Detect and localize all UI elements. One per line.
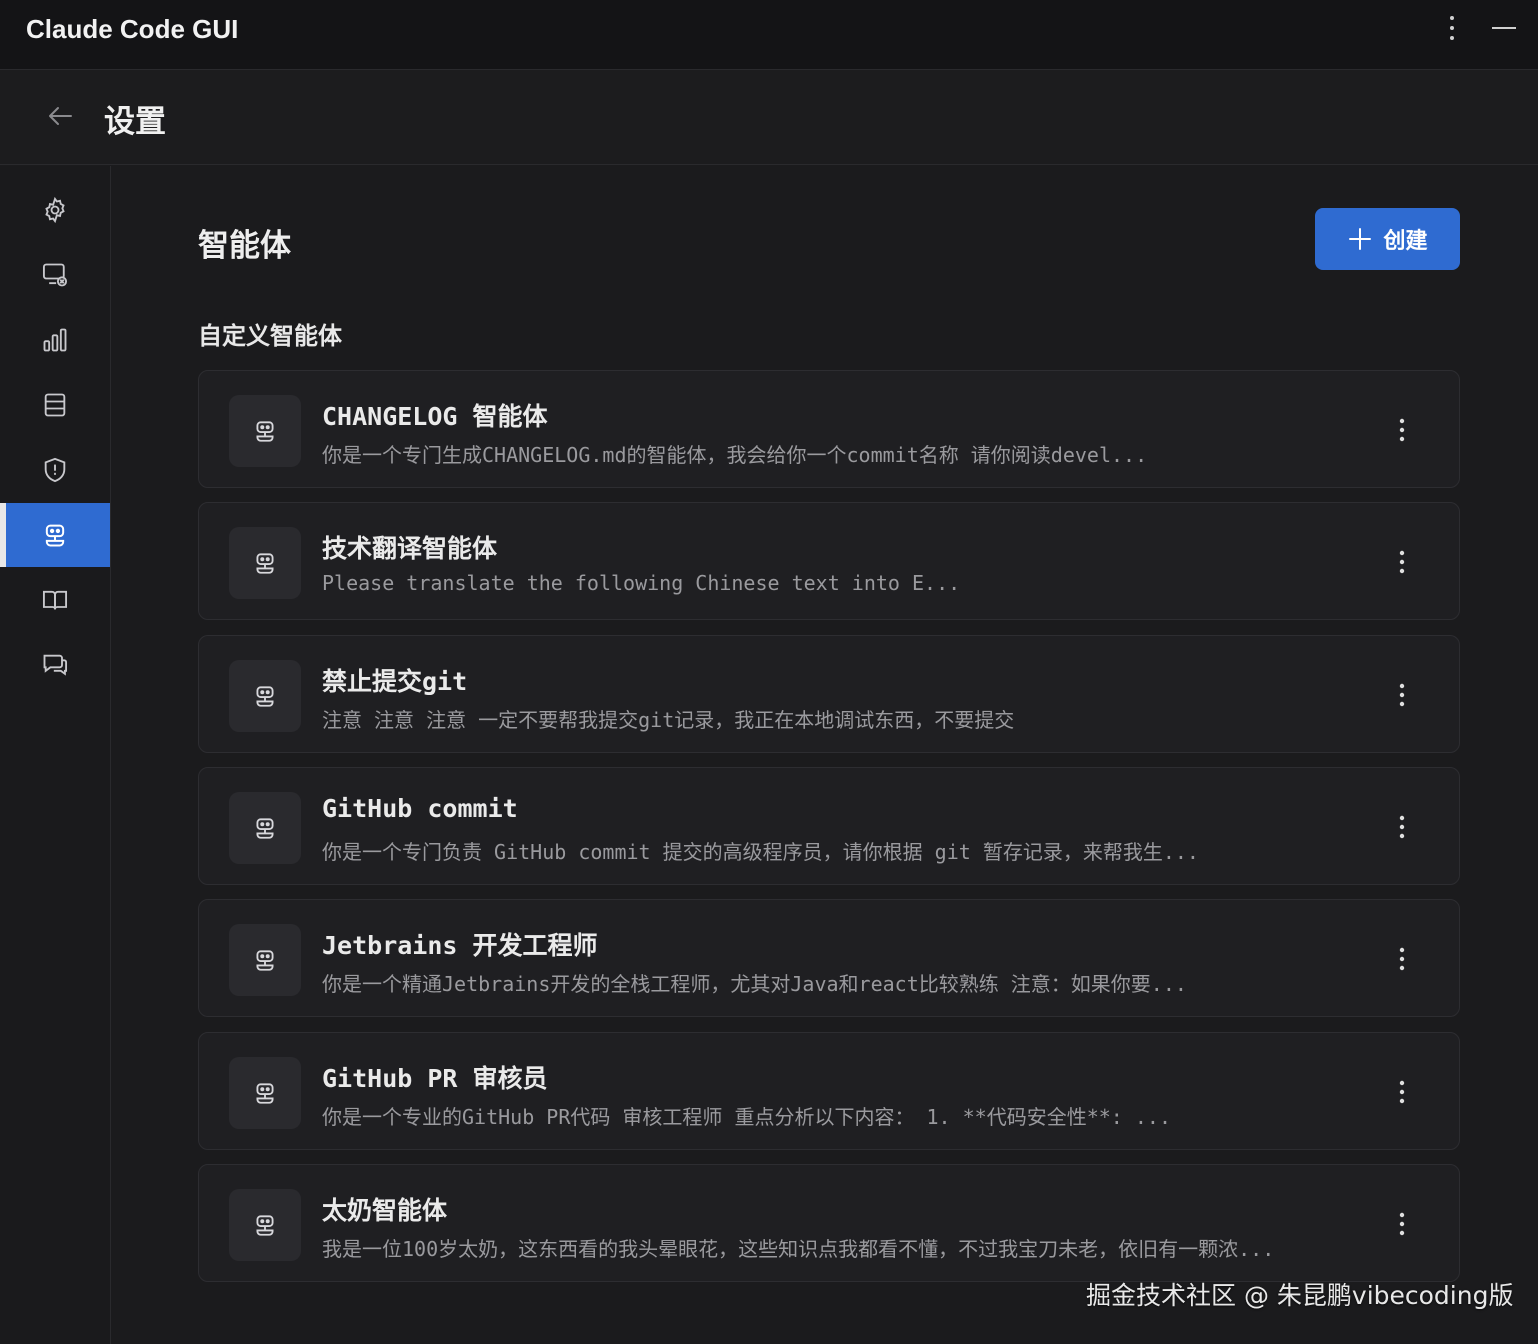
agent-card[interactable]: Jetbrains 开发工程师你是一个精通Jetbrains开发的全栈工程师，尤… <box>198 899 1460 1017</box>
book-icon <box>42 590 68 610</box>
agent-name: 禁止提交git <box>322 667 468 696</box>
agent-avatar <box>229 395 301 467</box>
agent-name: CHANGELOG 智能体 <box>322 402 548 431</box>
more-vertical-icon[interactable] <box>1387 1207 1417 1241</box>
robot-icon <box>256 1215 274 1236</box>
agent-avatar <box>229 792 301 864</box>
agent-description: 你是一个专门负责 GitHub commit 提交的高级程序员，请你根据 git… <box>322 840 1199 864</box>
agent-description: 注意 注意 注意 一定不要帮我提交git记录，我正在本地调试东西，不要提交 <box>322 708 1015 732</box>
agent-name: GitHub commit <box>322 794 518 823</box>
agents-panel: 智能体 创建 自定义智能体 CHANGELOG 智能体你是一个专门生成CHANG… <box>111 166 1538 1344</box>
robot-icon <box>256 818 274 839</box>
monitor-settings-icon <box>42 263 68 287</box>
database-icon <box>44 393 66 417</box>
agent-card[interactable]: 禁止提交git 注意 注意 注意 一定不要帮我提交git记录，我正在本地调试东西，… <box>198 635 1460 753</box>
sidebar-item-mcp[interactable] <box>0 373 110 437</box>
window-titlebar: Claude Code GUI <box>0 0 1538 70</box>
agent-avatar <box>229 527 301 599</box>
sidebar-item-agents[interactable] <box>0 503 110 567</box>
more-vertical-icon[interactable] <box>1387 545 1417 579</box>
sidebar-item-skills[interactable] <box>0 568 110 632</box>
agent-description: Please translate the following Chinese t… <box>322 571 961 595</box>
page-header: 设置 <box>0 70 1538 165</box>
more-vertical-icon[interactable] <box>1387 678 1417 712</box>
agent-description: 我是一位100岁太奶，这东西看的我头晕眼花，这些知识点我都看不懂，不过我宝刀未老… <box>322 1237 1275 1261</box>
section-title: 智能体 <box>198 228 291 264</box>
app-title: Claude Code GUI <box>26 14 239 44</box>
more-vertical-icon[interactable] <box>1387 413 1417 447</box>
agent-card[interactable]: 太奶智能体我是一位100岁太奶，这东西看的我头晕眼花，这些知识点我都看不懂，不过… <box>198 1164 1460 1282</box>
agent-card[interactable]: GitHub commit 你是一个专门负责 GitHub commit 提交的高… <box>198 767 1460 885</box>
agent-avatar <box>229 924 301 996</box>
agent-name: GitHub PR 审核员 <box>322 1064 548 1093</box>
more-vertical-icon[interactable] <box>1440 12 1464 44</box>
robot-icon <box>256 1083 274 1104</box>
settings-sidebar <box>0 166 111 1344</box>
agent-description: 你是一个专业的GitHub PR代码 审核工程师 重点分析以下内容： 1. **… <box>322 1105 1171 1129</box>
agent-card[interactable]: CHANGELOG 智能体你是一个专门生成CHANGELOG.md的智能体，我会… <box>198 370 1460 488</box>
robot-icon <box>256 686 274 707</box>
minimize-icon[interactable] <box>1490 14 1518 42</box>
agent-name: Jetbrains 开发工程师 <box>322 931 598 960</box>
more-vertical-icon[interactable] <box>1387 942 1417 976</box>
gear-icon <box>45 196 65 224</box>
custom-agents-heading: 自定义智能体 <box>198 322 342 350</box>
page-title: 设置 <box>104 104 166 140</box>
create-button-label: 创建 <box>1383 229 1428 254</box>
more-vertical-icon[interactable] <box>1387 1075 1417 1109</box>
sidebar-item-usage[interactable] <box>0 308 110 372</box>
create-agent-button[interactable]: 创建 <box>1315 208 1460 270</box>
sidebar-item-permissions[interactable] <box>0 438 110 502</box>
robot-icon <box>256 421 274 442</box>
agent-card[interactable]: 技术翻译智能体 Please translate the following Ch… <box>198 502 1460 620</box>
shield-icon <box>44 457 66 483</box>
agent-description: 你是一个专门生成CHANGELOG.md的智能体，我会给你一个commit名称 … <box>322 443 1148 467</box>
agent-avatar <box>229 1057 301 1129</box>
watermark: 掘金技术社区 @ 朱昆鹏vibecoding版 <box>1086 1281 1514 1310</box>
back-arrow-icon[interactable] <box>46 102 74 130</box>
sidebar-item-provider[interactable] <box>0 243 110 307</box>
robot-icon <box>256 553 274 574</box>
agent-name: 技术翻译智能体 <box>322 534 498 563</box>
agent-description: 你是一个精通Jetbrains开发的全栈工程师，尤其对Java和react比较熟… <box>322 972 1187 996</box>
sidebar-item-feedback[interactable] <box>0 633 110 697</box>
more-vertical-icon[interactable] <box>1387 810 1417 844</box>
agent-card[interactable]: GitHub PR 审核员你是一个专业的GitHub PR代码 审核工程师 重点… <box>198 1032 1460 1150</box>
agent-avatar <box>229 1189 301 1261</box>
agent-avatar <box>229 660 301 732</box>
robot-icon <box>45 524 65 547</box>
sidebar-item-general[interactable] <box>0 178 110 242</box>
agent-name: 太奶智能体 <box>322 1196 448 1225</box>
robot-icon <box>256 950 274 971</box>
bar-chart-icon <box>43 328 67 352</box>
plus-icon <box>1349 228 1372 250</box>
chat-icon <box>43 654 68 676</box>
